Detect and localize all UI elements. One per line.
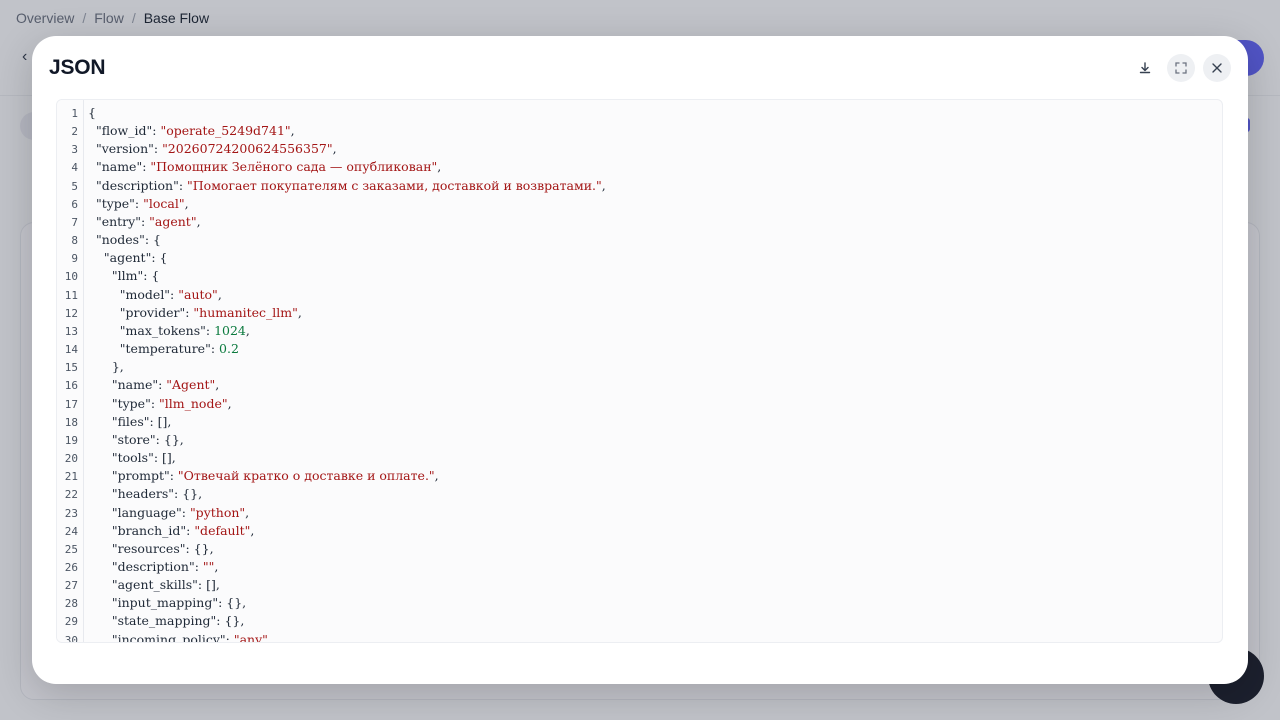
code-content: { "flow_id": "operate_5249d741", "versio… bbox=[88, 100, 1222, 642]
line-number: 7 bbox=[71, 215, 78, 229]
code-line: "description": "Помогает покупателям с з… bbox=[88, 177, 606, 193]
line-number: 16 bbox=[64, 379, 78, 393]
line-number: 1 bbox=[71, 107, 78, 120]
json-code-viewer[interactable]: 1 2 3 4 5 6 7 8 9 10 11 12 13 14 15 16 17 18 19 20 21 22 23 24 2… bbox=[56, 99, 1223, 643]
line-number: 3 bbox=[71, 143, 78, 157]
line-number: 4 bbox=[71, 161, 78, 175]
code-line: "llm": { bbox=[88, 268, 160, 284]
line-number: 17 bbox=[64, 397, 78, 411]
line-number: 21 bbox=[64, 470, 78, 484]
line-number: 15 bbox=[64, 361, 78, 375]
line-number: 24 bbox=[64, 524, 78, 538]
line-number: 5 bbox=[71, 179, 78, 193]
line-number: 2 bbox=[71, 125, 78, 139]
modal-actions bbox=[1131, 54, 1231, 82]
close-button[interactable] bbox=[1203, 54, 1231, 82]
line-number: 28 bbox=[64, 597, 78, 611]
line-number: 6 bbox=[71, 197, 78, 211]
line-number: 12 bbox=[64, 306, 78, 320]
code-line: }, bbox=[88, 359, 124, 375]
line-number: 23 bbox=[64, 506, 78, 520]
code-line: "resources": {}, bbox=[88, 540, 214, 556]
code-line: "type": "local", bbox=[88, 195, 189, 211]
line-number: 13 bbox=[64, 324, 78, 338]
code-line: "agent_skills": [], bbox=[88, 577, 220, 593]
json-modal: JSON 1 2 3 4 5 6 7 8 9 10 11 12 13 14 15 16 17 18 19 20 21 22… bbox=[32, 36, 1248, 684]
line-number: 29 bbox=[64, 615, 78, 629]
line-number: 25 bbox=[64, 542, 78, 556]
code-line: "type": "llm_node", bbox=[88, 395, 232, 411]
code-line: "store": {}, bbox=[88, 431, 184, 447]
code-line: "headers": {}, bbox=[88, 486, 203, 502]
line-number-gutter: 1 2 3 4 5 6 7 8 9 10 11 12 13 14 15 16 17 18 19 20 21 22 23 24 2… bbox=[57, 100, 84, 642]
line-number: 22 bbox=[64, 488, 78, 502]
line-number: 11 bbox=[64, 288, 78, 302]
code-line: "flow_id": "operate_5249d741", bbox=[88, 123, 295, 139]
code-line: "name": "Помощник Зелёного сада — опубли… bbox=[88, 159, 442, 175]
code-line: "incoming_policy": "any", bbox=[88, 631, 272, 643]
line-number: 10 bbox=[64, 270, 78, 284]
code-line: "files": [], bbox=[88, 413, 172, 429]
code-line: "state_mapping": {}, bbox=[88, 613, 245, 629]
close-icon bbox=[1212, 63, 1222, 73]
code-line: "nodes": { bbox=[88, 232, 161, 248]
line-number: 9 bbox=[71, 252, 78, 266]
expand-button[interactable] bbox=[1167, 54, 1195, 82]
line-number: 20 bbox=[64, 452, 78, 466]
line-number: 14 bbox=[64, 343, 78, 357]
code-line: "name": "Agent", bbox=[88, 377, 220, 393]
line-number: 19 bbox=[64, 433, 78, 447]
code-line: "provider": "humanitec_llm", bbox=[88, 304, 302, 320]
code-line: "max_tokens": 1024, bbox=[88, 322, 250, 338]
code-line: "version": "20260724200624556357", bbox=[88, 141, 337, 157]
expand-icon bbox=[1175, 62, 1187, 74]
code-line: "temperature": 0.2 bbox=[88, 341, 239, 357]
line-number: 30 bbox=[64, 633, 78, 643]
download-button[interactable] bbox=[1131, 54, 1159, 82]
line-number: 8 bbox=[71, 234, 78, 248]
code-line: "entry": "agent", bbox=[88, 213, 201, 229]
line-number: 27 bbox=[64, 579, 78, 593]
code-line: "tools": [], bbox=[88, 450, 176, 466]
line-number: 26 bbox=[64, 561, 78, 574]
code-line: "agent": { bbox=[88, 250, 168, 266]
code-line: "input_mapping": {}, bbox=[88, 595, 247, 611]
code-line: "language": "python", bbox=[88, 504, 250, 520]
code-line: "prompt": "Отвечай кратко о доставке и о… bbox=[88, 468, 439, 484]
modal-title: JSON bbox=[49, 56, 106, 79]
line-number: 18 bbox=[64, 415, 78, 429]
code-line: "description": "", bbox=[88, 559, 219, 574]
code-line: "branch_id": "default", bbox=[88, 522, 255, 538]
code-line: { bbox=[88, 105, 96, 120]
download-icon bbox=[1139, 62, 1151, 74]
code-line: "model": "auto", bbox=[88, 286, 222, 302]
